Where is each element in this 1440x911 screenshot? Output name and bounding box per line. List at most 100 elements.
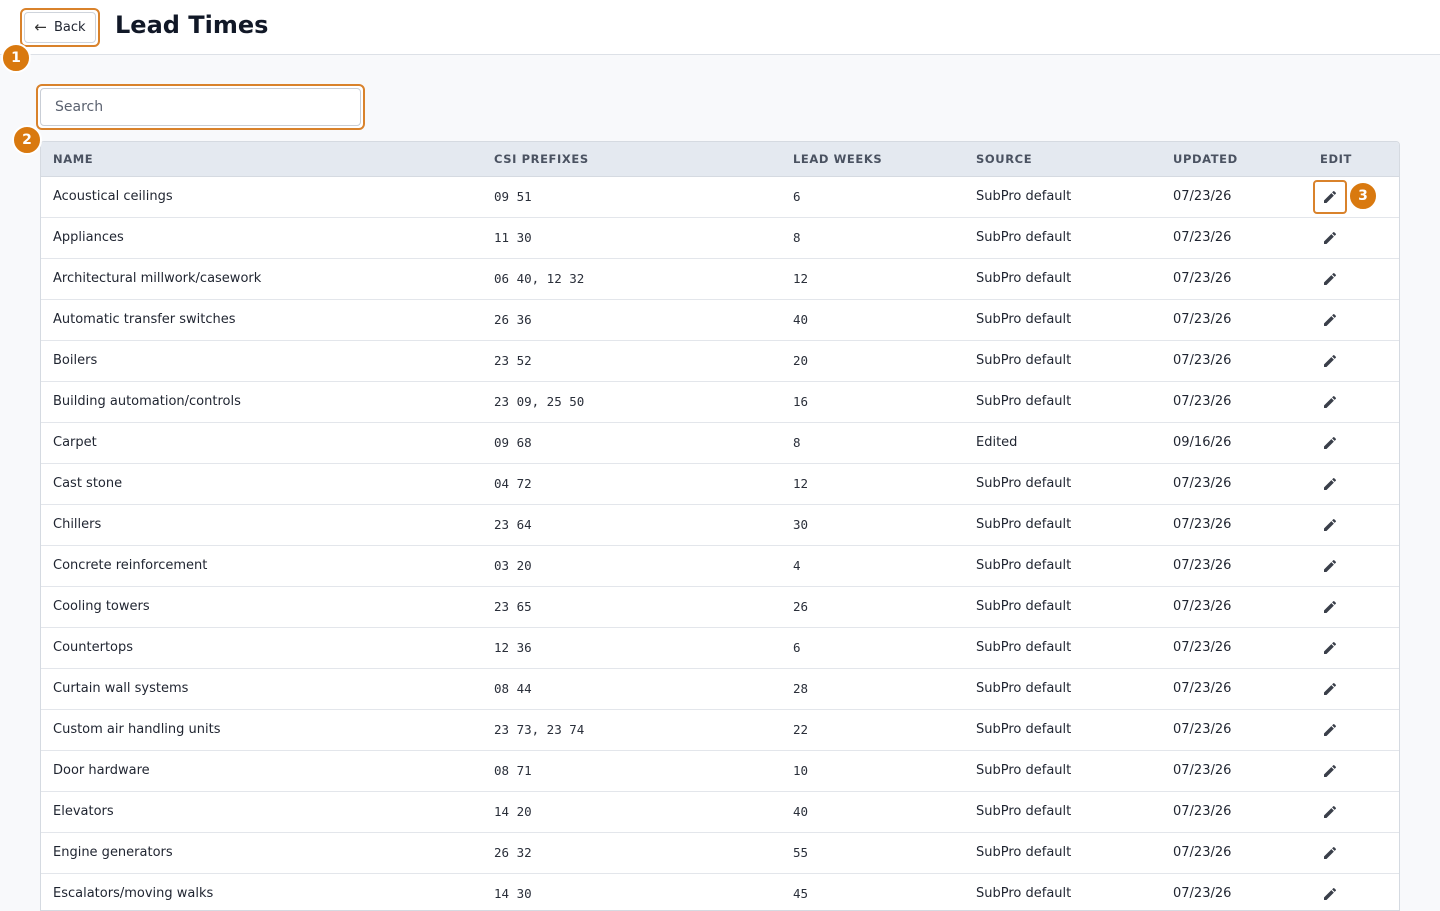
cell-edit xyxy=(1308,299,1399,340)
cell-source: SubPro default xyxy=(976,353,1072,368)
cell-csi-prefixes: 06 40, 12 32 xyxy=(494,271,585,286)
pencil-icon xyxy=(1322,353,1338,369)
back-button-label: Back xyxy=(54,20,86,35)
column-header-csi-prefixes[interactable]: CSI PREFIXES xyxy=(482,142,781,177)
edit-button[interactable] xyxy=(1313,795,1347,829)
cell-edit xyxy=(1308,832,1399,873)
cell-source: SubPro default xyxy=(976,230,1072,245)
edit-button[interactable] xyxy=(1313,303,1347,337)
table-row: Chillers 23 64 30 SubPro default 07/23/26 xyxy=(41,504,1399,545)
edit-button[interactable] xyxy=(1313,836,1347,870)
arrow-left-icon: ← xyxy=(34,18,47,36)
cell-edit xyxy=(1308,545,1399,586)
column-header-source[interactable]: SOURCE xyxy=(964,142,1161,177)
cell-lead-weeks: 4 xyxy=(793,558,801,573)
table-row: Cast stone 04 72 12 SubPro default 07/23/26 xyxy=(41,463,1399,504)
cell-updated: 07/23/26 xyxy=(1173,230,1232,245)
page-title: Lead Times xyxy=(115,11,269,39)
edit-button[interactable] xyxy=(1313,385,1347,419)
cell-updated: 07/23/26 xyxy=(1173,353,1232,368)
cell-updated: 07/23/26 xyxy=(1173,763,1232,778)
cell-lead-weeks: 22 xyxy=(793,722,809,737)
cell-csi-prefixes: 08 44 xyxy=(494,681,532,696)
cell-edit xyxy=(1308,504,1399,545)
cell-updated: 07/23/26 xyxy=(1173,394,1232,409)
cell-source: SubPro default xyxy=(976,845,1072,860)
cell-name: Cooling towers xyxy=(53,599,150,614)
step-badge-2: 2 xyxy=(12,125,42,155)
cell-name: Custom air handling units xyxy=(53,722,221,737)
cell-lead-weeks: 40 xyxy=(793,804,809,819)
column-header-lead-weeks[interactable]: LEAD WEEKS xyxy=(781,142,964,177)
cell-name: Carpet xyxy=(53,435,97,450)
cell-edit xyxy=(1308,750,1399,791)
edit-button[interactable] xyxy=(1313,631,1347,665)
cell-updated: 07/23/26 xyxy=(1173,476,1232,491)
edit-button[interactable] xyxy=(1313,426,1347,460)
edit-button[interactable] xyxy=(1313,344,1347,378)
edit-button[interactable] xyxy=(1313,590,1347,624)
cell-lead-weeks: 12 xyxy=(793,476,809,491)
column-header-updated[interactable]: UPDATED xyxy=(1161,142,1308,177)
cell-edit xyxy=(1308,791,1399,832)
table-row: Countertops 12 36 6 SubPro default 07/23/26 xyxy=(41,627,1399,668)
search-input[interactable] xyxy=(40,88,361,126)
cell-lead-weeks: 30 xyxy=(793,517,809,532)
table-row: Door hardware 08 71 10 SubPro default 07/23/… xyxy=(41,750,1399,791)
table-row: Carpet 09 68 8 Edited 09/16/26 xyxy=(41,422,1399,463)
cell-edit xyxy=(1308,217,1399,258)
cell-source: SubPro default xyxy=(976,763,1072,778)
pencil-icon xyxy=(1322,681,1338,697)
cell-lead-weeks: 55 xyxy=(793,845,809,860)
cell-updated: 07/23/26 xyxy=(1173,804,1232,819)
cell-edit xyxy=(1308,258,1399,299)
cell-lead-weeks: 28 xyxy=(793,681,809,696)
table-row: Architectural millwork/casework 06 40, 12… xyxy=(41,258,1399,299)
cell-name: Appliances xyxy=(53,230,124,245)
cell-name: Curtain wall systems xyxy=(53,681,189,696)
cell-name: Concrete reinforcement xyxy=(53,558,208,573)
table-row: Engine generators 26 32 55 SubPro default 07… xyxy=(41,832,1399,873)
edit-button[interactable] xyxy=(1313,713,1347,747)
cell-lead-weeks: 8 xyxy=(793,230,801,245)
cell-edit xyxy=(1308,668,1399,709)
cell-csi-prefixes: 14 30 xyxy=(494,886,532,901)
cell-edit xyxy=(1308,586,1399,627)
edit-button[interactable] xyxy=(1313,672,1347,706)
table-row: Concrete reinforcement 03 20 4 SubPro defau… xyxy=(41,545,1399,586)
cell-name: Boilers xyxy=(53,353,98,368)
edit-button[interactable] xyxy=(1313,179,1347,214)
cell-csi-prefixes: 09 51 xyxy=(494,189,532,204)
cell-name: Countertops xyxy=(53,640,134,655)
table-row: Cooling towers 23 65 26 SubPro default 07/23… xyxy=(41,586,1399,627)
pencil-icon xyxy=(1322,189,1338,205)
cell-name: Escalators/moving walks xyxy=(53,886,214,901)
step-badge-1: 1 xyxy=(1,43,31,73)
cell-edit xyxy=(1308,627,1399,668)
cell-source: SubPro default xyxy=(976,189,1072,204)
cell-lead-weeks: 16 xyxy=(793,394,809,409)
column-header-name[interactable]: NAME xyxy=(41,142,482,177)
cell-lead-weeks: 45 xyxy=(793,886,809,901)
cell-csi-prefixes: 26 32 xyxy=(494,845,532,860)
edit-button[interactable] xyxy=(1313,508,1347,542)
cell-source: SubPro default xyxy=(976,722,1072,737)
back-button[interactable]: ← Back xyxy=(20,8,100,47)
edit-button[interactable] xyxy=(1313,467,1347,501)
edit-button[interactable] xyxy=(1313,754,1347,788)
cell-updated: 07/23/26 xyxy=(1173,722,1232,737)
cell-csi-prefixes: 11 30 xyxy=(494,230,532,245)
cell-edit xyxy=(1308,381,1399,422)
cell-name: Elevators xyxy=(53,804,114,819)
cell-name: Automatic transfer switches xyxy=(53,312,236,327)
edit-button[interactable] xyxy=(1313,221,1347,255)
edit-button[interactable] xyxy=(1313,549,1347,583)
cell-source: SubPro default xyxy=(976,517,1072,532)
edit-button[interactable] xyxy=(1313,262,1347,296)
cell-name: Door hardware xyxy=(53,763,150,778)
edit-button[interactable] xyxy=(1313,877,1347,911)
cell-updated: 09/16/26 xyxy=(1173,435,1232,450)
pencil-icon xyxy=(1322,230,1338,246)
table-row: Building automation/controls 23 09, 25 50… xyxy=(41,381,1399,422)
cell-source: SubPro default xyxy=(976,886,1072,901)
